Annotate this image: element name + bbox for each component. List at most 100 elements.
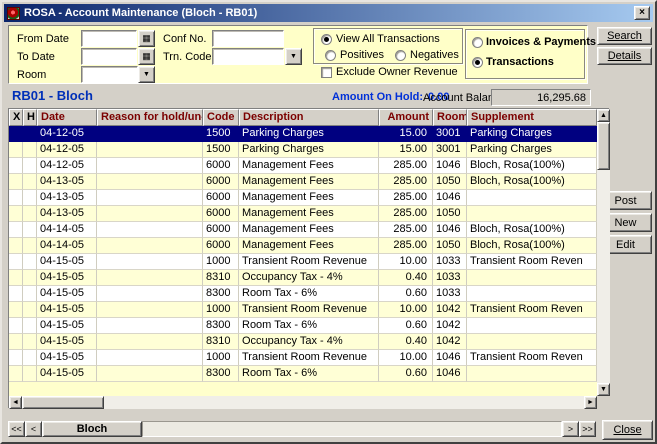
- header-description[interactable]: Description: [239, 109, 379, 126]
- conf-no-input[interactable]: [212, 30, 284, 47]
- table-row[interactable]: 04-12-05 6000 Management Fees 285.00 104…: [9, 158, 597, 174]
- table-row[interactable]: 04-13-05 6000 Management Fees 285.00 104…: [9, 190, 597, 206]
- cell-room: 1046: [433, 350, 467, 366]
- cell-supplement: [467, 270, 597, 286]
- close-button[interactable]: Close: [602, 420, 653, 440]
- view-all-radio[interactable]: [321, 34, 332, 45]
- cell-hold-x: [9, 366, 23, 382]
- table-row[interactable]: 04-15-05 8300 Room Tax - 6% 0.60 1046: [9, 366, 597, 382]
- cell-hold-x: [9, 126, 23, 142]
- cell-hold-h: [23, 302, 37, 318]
- search-button[interactable]: Search: [597, 27, 652, 45]
- scroll-down-icon[interactable]: ▼: [597, 383, 610, 396]
- header-date[interactable]: Date: [37, 109, 97, 126]
- account-tab-bloch[interactable]: Bloch: [42, 421, 142, 437]
- cell-hold-h: [23, 142, 37, 158]
- negatives-radio[interactable]: [395, 50, 406, 61]
- cell-code: 6000: [203, 206, 239, 222]
- cell-room: 1042: [433, 318, 467, 334]
- cell-hold-h: [23, 222, 37, 238]
- cell-hold-x: [9, 270, 23, 286]
- cell-description: Room Tax - 6%: [239, 286, 379, 302]
- cell-reason: [97, 334, 203, 350]
- header-amount[interactable]: Amount: [379, 109, 433, 126]
- cell-amount: 285.00: [379, 174, 433, 190]
- cell-date: 04-15-05: [37, 286, 97, 302]
- first-account-button[interactable]: <<: [8, 421, 25, 437]
- scrollbar-corner: [597, 396, 610, 409]
- header-hold-x[interactable]: X: [9, 109, 23, 126]
- amount-on-hold-label: Amount On Hold:: [332, 91, 423, 103]
- transactions-label[interactable]: Transactions: [486, 56, 554, 68]
- vertical-scroll-thumb[interactable]: [597, 122, 610, 170]
- vertical-scrollbar[interactable]: ▲ ▼: [597, 109, 610, 396]
- view-all-label[interactable]: View All Transactions: [336, 33, 440, 45]
- table-row[interactable]: 04-13-05 6000 Management Fees 285.00 105…: [9, 174, 597, 190]
- table-row[interactable]: 04-12-05 1500 Parking Charges 15.00 3001…: [9, 142, 597, 158]
- header-code[interactable]: Code: [203, 109, 239, 126]
- cell-reason: [97, 286, 203, 302]
- header-room[interactable]: Room: [433, 109, 467, 126]
- table-row[interactable]: 04-15-05 8300 Room Tax - 6% 0.60 1033: [9, 286, 597, 302]
- cell-supplement: [467, 318, 597, 334]
- cell-hold-x: [9, 350, 23, 366]
- details-button[interactable]: Details: [597, 47, 652, 65]
- horizontal-scroll-thumb[interactable]: [22, 396, 104, 409]
- cell-description: Occupancy Tax - 4%: [239, 334, 379, 350]
- table-row[interactable]: 04-14-05 6000 Management Fees 285.00 105…: [9, 238, 597, 254]
- table-row[interactable]: 04-13-05 6000 Management Fees 285.00 105…: [9, 206, 597, 222]
- table-row[interactable]: 04-12-05 1500 Parking Charges 15.00 3001…: [9, 126, 597, 142]
- cell-amount: 0.60: [379, 318, 433, 334]
- cell-supplement: Transient Room Reven: [467, 350, 597, 366]
- table-row[interactable]: 04-15-05 1000 Transient Room Revenue 10.…: [9, 350, 597, 366]
- scroll-right-icon[interactable]: ►: [584, 396, 597, 409]
- negatives-label[interactable]: Negatives: [410, 49, 459, 61]
- room-dropdown-icon[interactable]: ▼: [138, 66, 155, 83]
- table-row[interactable]: 04-15-05 1000 Transient Room Revenue 10.…: [9, 302, 597, 318]
- positives-radio[interactable]: [325, 50, 336, 61]
- to-date-calendar-icon[interactable]: ▦: [138, 48, 155, 65]
- room-input[interactable]: [81, 66, 138, 83]
- cell-hold-h: [23, 206, 37, 222]
- scroll-up-icon[interactable]: ▲: [597, 109, 610, 122]
- cell-date: 04-13-05: [37, 174, 97, 190]
- positives-label[interactable]: Positives: [340, 49, 384, 61]
- table-row[interactable]: 04-15-05 8310 Occupancy Tax - 4% 0.40 10…: [9, 334, 597, 350]
- invoices-payments-radio[interactable]: [472, 37, 483, 48]
- from-date-input[interactable]: [81, 30, 137, 47]
- cell-description: Management Fees: [239, 158, 379, 174]
- cell-code: 6000: [203, 190, 239, 206]
- invoices-payments-label[interactable]: Invoices & Payments: [486, 36, 596, 48]
- scroll-left-icon[interactable]: ◄: [9, 396, 22, 409]
- cell-room: 3001: [433, 142, 467, 158]
- cell-room: 1050: [433, 206, 467, 222]
- table-row[interactable]: 04-15-05 8310 Occupancy Tax - 4% 0.40 10…: [9, 270, 597, 286]
- last-account-button[interactable]: >>: [579, 421, 596, 437]
- to-date-input[interactable]: [81, 48, 137, 65]
- header-hold-h[interactable]: H: [23, 109, 37, 126]
- cell-code: 1000: [203, 302, 239, 318]
- trn-code-input[interactable]: [212, 48, 284, 65]
- titlebar-close-button[interactable]: ×: [634, 6, 650, 20]
- exclude-owner-checkbox[interactable]: [321, 67, 332, 78]
- next-account-button[interactable]: >: [562, 421, 579, 437]
- table-row[interactable]: 04-14-05 6000 Management Fees 285.00 104…: [9, 222, 597, 238]
- table-row[interactable]: 04-15-05 1000 Transient Room Revenue 10.…: [9, 254, 597, 270]
- exclude-owner-label[interactable]: Exclude Owner Revenue: [336, 66, 458, 78]
- header-reason[interactable]: Reason for hold/un-hold: [97, 109, 203, 126]
- account-tab-track[interactable]: [142, 421, 562, 437]
- cell-code: 8300: [203, 286, 239, 302]
- cell-date: 04-15-05: [37, 350, 97, 366]
- cell-room: 1050: [433, 238, 467, 254]
- horizontal-scrollbar[interactable]: ◄ ►: [9, 396, 597, 409]
- trn-code-dropdown-icon[interactable]: ▼: [285, 48, 302, 65]
- header-supplement[interactable]: Supplement: [467, 109, 597, 126]
- cell-date: 04-13-05: [37, 190, 97, 206]
- from-date-calendar-icon[interactable]: ▦: [138, 30, 155, 47]
- cell-description: Occupancy Tax - 4%: [239, 270, 379, 286]
- table-row[interactable]: 04-15-05 8300 Room Tax - 6% 0.60 1042: [9, 318, 597, 334]
- cell-hold-h: [23, 366, 37, 382]
- prev-account-button[interactable]: <: [25, 421, 42, 437]
- transactions-radio[interactable]: [472, 57, 483, 68]
- cell-hold-h: [23, 190, 37, 206]
